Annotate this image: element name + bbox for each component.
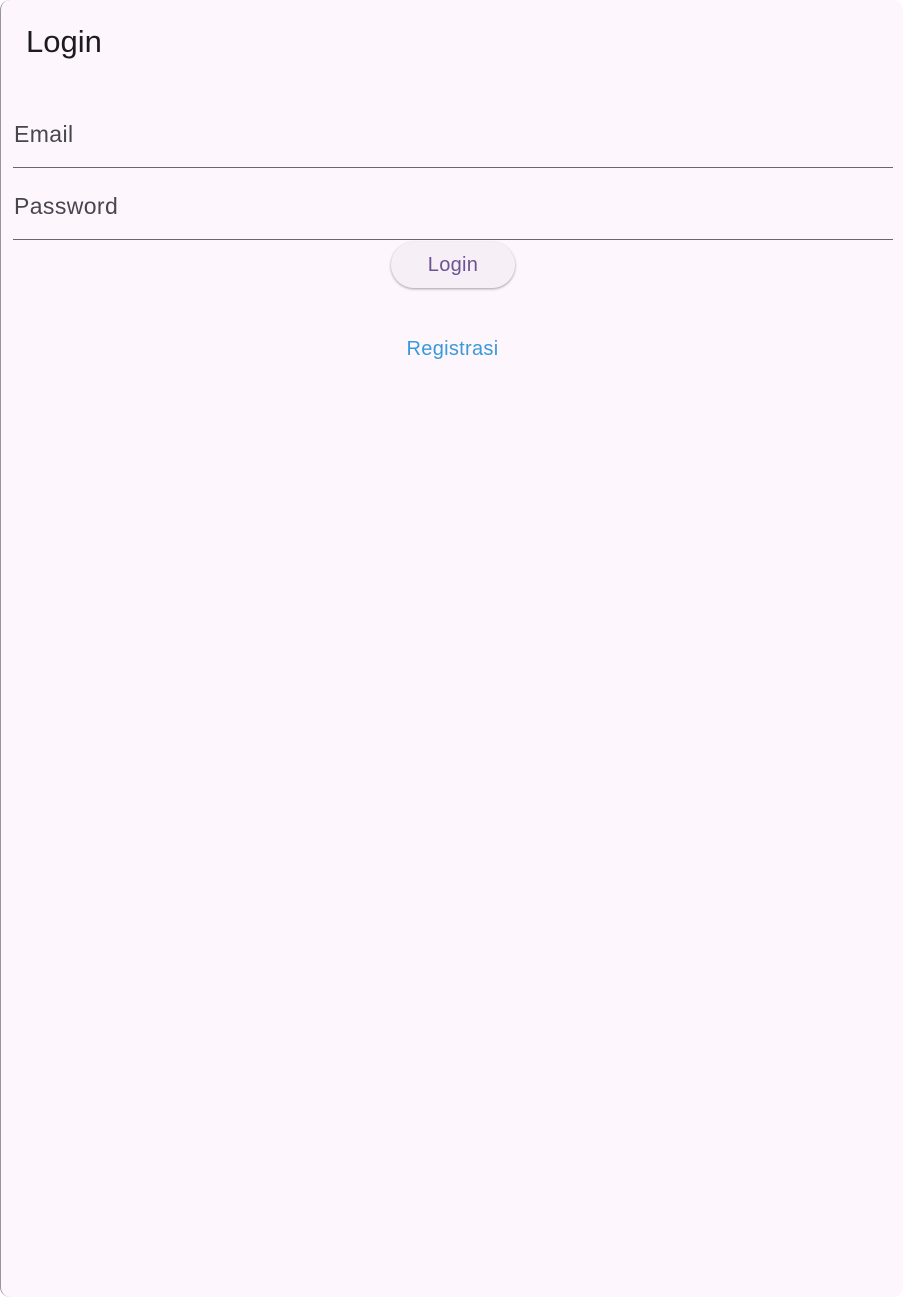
password-field[interactable]	[13, 178, 893, 240]
email-field[interactable]	[13, 106, 893, 168]
login-button[interactable]: Login	[391, 242, 515, 288]
app-window: Login Login Registrasi	[0, 0, 903, 1297]
register-link[interactable]: Registrasi	[1, 336, 903, 362]
page-title: Login	[26, 24, 102, 59]
password-input[interactable]	[13, 178, 893, 239]
app-bar: Login	[1, 0, 903, 84]
email-input[interactable]	[13, 106, 893, 167]
